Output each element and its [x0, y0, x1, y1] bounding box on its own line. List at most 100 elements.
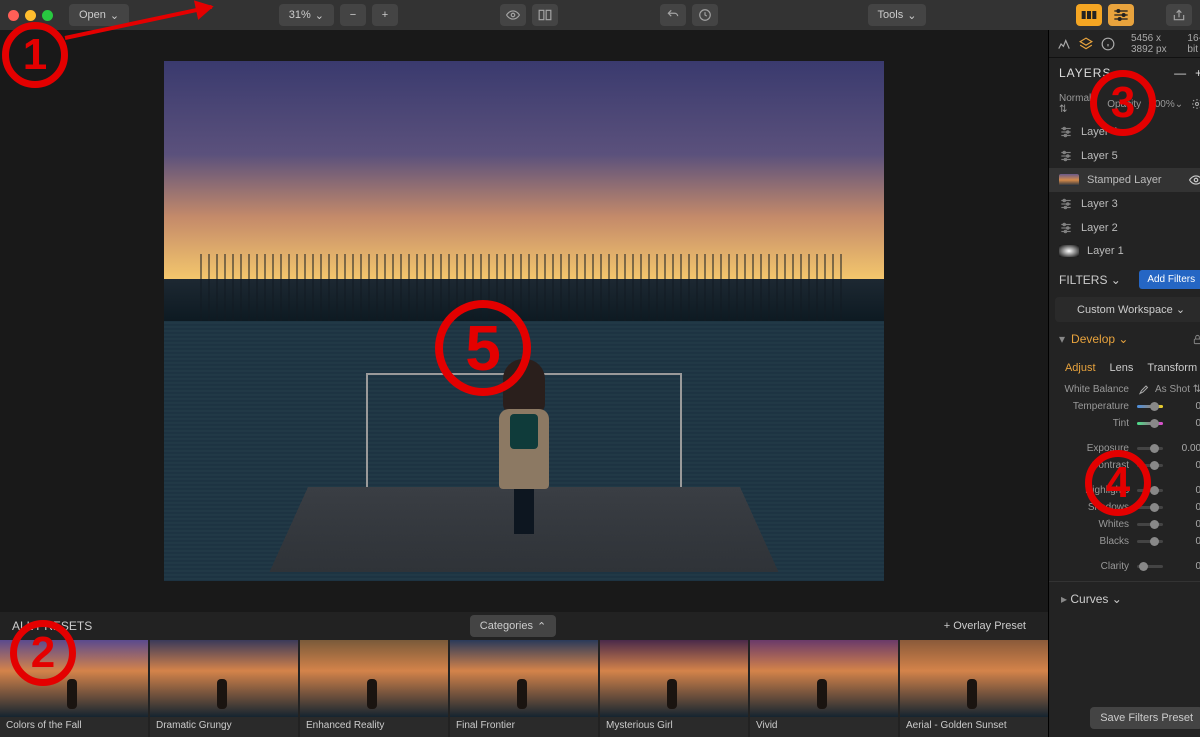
preset-thumbnail[interactable]: Aerial - Golden Sunset: [900, 640, 1048, 737]
slider-knob[interactable]: [1150, 402, 1159, 411]
stepper-icon[interactable]: ⇅: [1193, 384, 1200, 395]
tools-menu[interactable]: Tools⌄: [868, 4, 927, 26]
layers-section-header[interactable]: LAYERS⌄ — +: [1049, 58, 1200, 88]
curves-section[interactable]: ▸ Curves ⌄: [1049, 581, 1200, 616]
zoom-level[interactable]: 31%⌄: [279, 4, 334, 26]
workspace-select[interactable]: Custom Workspace ⌄: [1055, 297, 1200, 322]
preset-image: [150, 640, 298, 717]
add-filters-button[interactable]: Add Filters: [1139, 270, 1200, 289]
slider-row: Exposure0.00: [1049, 440, 1200, 457]
chevron-down-icon: ⌄: [907, 9, 916, 22]
preset-thumbnail[interactable]: Vivid: [750, 640, 898, 737]
develop-section-header[interactable]: Develop ⌄: [1071, 332, 1128, 346]
preset-label: Aerial - Golden Sunset: [900, 717, 1048, 737]
lock-icon[interactable]: [1192, 334, 1200, 345]
preset-thumbnail[interactable]: Dramatic Grungy: [150, 640, 298, 737]
layer-row[interactable]: Layer 1: [1049, 240, 1200, 262]
info-icon[interactable]: [1101, 37, 1115, 51]
preset-thumbnail[interactable]: Mysterious Girl: [600, 640, 748, 737]
slider-knob[interactable]: [1150, 486, 1159, 495]
layer-row[interactable]: Layer 5: [1049, 144, 1200, 168]
slider-value: 0: [1171, 418, 1200, 429]
wb-mode-select[interactable]: As Shot: [1155, 384, 1193, 395]
layer-row[interactable]: Layer 3: [1049, 192, 1200, 216]
slider-track[interactable]: [1137, 506, 1163, 509]
filters-section-header[interactable]: FILTERS ⌄: [1059, 273, 1121, 287]
minimize-window-button[interactable]: [25, 10, 36, 21]
slider-track[interactable]: [1137, 489, 1163, 492]
layer-mask-thumbnail: [1059, 245, 1079, 257]
slider-track[interactable]: [1137, 422, 1163, 425]
slider-label: Tint: [1061, 418, 1137, 429]
preset-label: Enhanced Reality: [300, 717, 448, 737]
add-layer-icon[interactable]: +: [1195, 66, 1200, 80]
slider-label: Temperature: [1061, 401, 1137, 412]
slider-knob[interactable]: [1139, 562, 1148, 571]
preview-icon[interactable]: [500, 4, 526, 26]
layer-row[interactable]: Stamped Layer: [1049, 168, 1200, 192]
slider-track[interactable]: [1137, 405, 1163, 408]
chevron-down-icon: ⌄: [1115, 66, 1126, 80]
preset-image: [0, 640, 148, 717]
layers-icon[interactable]: [1079, 37, 1093, 51]
preset-label: Mysterious Girl: [600, 717, 748, 737]
history-button[interactable]: [692, 4, 718, 26]
slider-value: 0: [1171, 485, 1200, 496]
collapse-layer-icon[interactable]: —: [1174, 66, 1187, 80]
opacity-value[interactable]: 100%⌄: [1149, 99, 1183, 110]
layer-row[interactable]: Layer 2: [1049, 216, 1200, 240]
histogram-icon[interactable]: [1057, 37, 1071, 51]
close-window-button[interactable]: [8, 10, 19, 21]
preset-thumbnail[interactable]: Colors of the Fall: [0, 640, 148, 737]
adjust-panel-toggle[interactable]: [1108, 4, 1134, 26]
blend-mode-select[interactable]: Normal ⇅: [1059, 93, 1091, 115]
slider-track[interactable]: [1137, 565, 1163, 568]
preset-label: Colors of the Fall: [0, 717, 148, 737]
overlay-preset-button[interactable]: + Overlay Preset: [934, 615, 1036, 637]
compare-icon[interactable]: [532, 4, 558, 26]
zoom-in-button[interactable]: +: [372, 4, 398, 26]
preset-thumbnail[interactable]: Enhanced Reality: [300, 640, 448, 737]
maximize-window-button[interactable]: [42, 10, 53, 21]
tab-adjust[interactable]: Adjust: [1065, 362, 1096, 374]
gear-icon[interactable]: [1191, 98, 1200, 110]
save-filters-preset-button[interactable]: Save Filters Preset: [1090, 707, 1200, 729]
white-balance-label: White Balance: [1061, 384, 1137, 395]
preset-label: Final Frontier: [450, 717, 598, 737]
zoom-out-button[interactable]: −: [340, 4, 366, 26]
preset-image: [900, 640, 1048, 717]
visibility-icon[interactable]: [1189, 173, 1200, 187]
preset-label: Vivid: [750, 717, 898, 737]
slider-knob[interactable]: [1150, 520, 1159, 529]
preset-thumbnail[interactable]: Final Frontier: [450, 640, 598, 737]
slider-row: Blacks0: [1049, 533, 1200, 550]
layer-name: Layer 2: [1081, 222, 1118, 234]
slider-knob[interactable]: [1150, 537, 1159, 546]
presets-panel-toggle[interactable]: [1076, 4, 1102, 26]
undo-button[interactable]: [660, 4, 686, 26]
right-panel: 5456 x 3892 px 16-bit LAYERS⌄ — + Normal…: [1048, 30, 1200, 737]
collapse-icon[interactable]: ▾: [1059, 332, 1065, 346]
tab-transform[interactable]: Transform: [1147, 362, 1197, 374]
image-viewer[interactable]: [0, 30, 1048, 612]
tab-lens[interactable]: Lens: [1110, 362, 1134, 374]
eyedropper-icon[interactable]: [1137, 383, 1149, 395]
slider-knob[interactable]: [1150, 503, 1159, 512]
slider-track[interactable]: [1137, 540, 1163, 543]
slider-value: 0: [1171, 502, 1200, 513]
slider-track[interactable]: [1137, 523, 1163, 526]
layer-row[interactable]: Layer 4: [1049, 120, 1200, 144]
categories-menu[interactable]: Categories ⌃: [470, 615, 556, 637]
open-menu[interactable]: Open⌄: [69, 4, 129, 26]
slider-knob[interactable]: [1150, 444, 1159, 453]
preset-image: [450, 640, 598, 717]
share-button[interactable]: [1166, 4, 1192, 26]
slider-track[interactable]: [1137, 447, 1163, 450]
slider-label: Exposure: [1061, 443, 1137, 454]
slider-track[interactable]: [1137, 464, 1163, 467]
all-presets-label: ALL PRESETS: [12, 619, 92, 633]
main-image: [164, 61, 884, 581]
slider-knob[interactable]: [1150, 461, 1159, 470]
slider-knob[interactable]: [1150, 419, 1159, 428]
image-bit-depth: 16-bit: [1187, 33, 1200, 55]
